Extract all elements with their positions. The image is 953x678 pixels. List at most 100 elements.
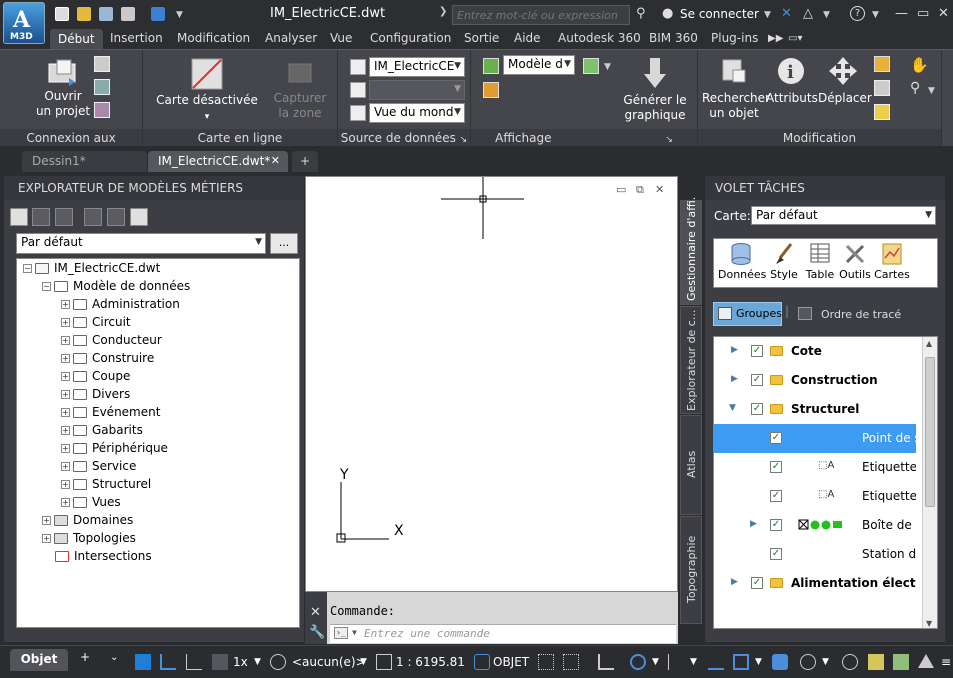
data-button[interactable]: Données [718,242,766,281]
tree-item[interactable]: + Circuit [61,313,131,331]
visibility-checkbox[interactable]: ✓ [770,548,782,560]
tree-item[interactable]: + Conducteur [61,331,162,349]
layer-row[interactable]: ▶ ✓ Alimentation électrique [714,569,916,598]
layout-list-icon[interactable]: ⌄ [110,652,118,663]
grid-icon[interactable] [538,654,554,670]
add-layout-icon[interactable]: + [80,650,90,664]
map-scale[interactable]: 1 : 6195.81 [396,655,465,669]
polar-tracking-icon[interactable] [630,654,646,670]
new-feature-icon[interactable] [874,104,890,120]
browse-button[interactable]: ... [270,233,298,254]
explorer-refresh-icon[interactable] [84,208,102,226]
edit-pencil-icon[interactable] [874,56,890,72]
expand-icon[interactable]: + [61,498,70,507]
expand-icon[interactable]: + [61,354,70,363]
zoom-dropdown-icon[interactable]: ▼ [928,86,935,96]
expand-icon[interactable]: + [61,426,70,435]
view-combo[interactable]: Vue du mond ▼ [369,103,465,123]
a360-icon[interactable]: △ [803,6,813,21]
tab-atlas[interactable]: Atlas [680,415,702,515]
menu-icon[interactable]: ≡ [941,655,951,669]
explorer-filter-icon[interactable] [32,208,50,226]
style-brush-icon[interactable] [483,82,499,98]
layer-scrollbar[interactable]: ▲ ▼ [922,337,937,628]
sign-in-button[interactable]: Se connecter [680,7,759,21]
tree-item[interactable]: + Vues [61,493,121,511]
search-input[interactable] [452,5,630,25]
scale-icon[interactable] [376,654,392,670]
explorer-table-icon[interactable] [107,208,125,226]
tree-data-model[interactable]: − Modèle de données [42,277,190,295]
expand-icon[interactable]: + [61,318,70,327]
tab-debut[interactable]: Début [50,29,103,49]
explorer-edit-icon[interactable] [130,208,148,226]
command-prompt-icon[interactable]: ›_ [334,627,348,639]
tab-autodesk-360[interactable]: Autodesk 360 [558,31,641,45]
expand-icon[interactable]: ▶ [731,345,738,355]
object-tracking-icon[interactable] [708,654,724,670]
delete-icon[interactable] [874,80,890,96]
expand-icon[interactable]: ▶ [731,374,738,384]
tree-intersections[interactable]: Intersections [55,547,152,565]
tree-root[interactable]: − IM_ElectricCE.dwt [23,259,160,277]
theme-icon[interactable] [583,58,599,74]
minimize-icon[interactable]: — [895,6,908,21]
annotation-scale-icon[interactable] [772,654,788,670]
tree-item[interactable]: + Périphérique [61,439,168,457]
expand-icon[interactable]: + [61,444,70,453]
new-tab-button[interactable]: + [292,151,318,172]
open-project-button[interactable]: Ouvrir un projet [30,58,96,119]
sign-in-dropdown-icon[interactable]: ▼ [764,10,771,20]
tree-item[interactable]: + Gabarits [61,421,143,439]
tree-item[interactable]: + Divers [61,385,130,403]
expand-icon[interactable]: + [61,408,70,417]
visibility-checkbox[interactable]: ✓ [770,461,782,473]
tab-configuration[interactable]: Configuration [370,31,451,45]
expand-icon[interactable]: + [61,372,70,381]
collapse-icon[interactable]: − [23,264,32,273]
binoculars-icon[interactable]: ⚲ [636,6,646,21]
quick-access-dropdown-icon[interactable]: ▼ [176,10,183,20]
style-button[interactable]: Style [766,242,802,281]
help-dropdown-icon[interactable]: ▼ [872,10,879,20]
expand-icon[interactable]: + [42,534,51,543]
osnap-icon[interactable] [733,654,749,670]
maps-button[interactable]: Cartes [872,242,912,281]
tree-item[interactable]: + Service [61,457,136,475]
ortho-mode-icon[interactable] [598,654,614,670]
doc-tab-dessin1[interactable]: Dessin1* [22,151,147,172]
collapse-icon[interactable]: ▼ [729,403,736,413]
more-tabs-icon[interactable]: ▶▶ [768,33,783,44]
tab-aide[interactable]: Aide [514,31,541,45]
tools-button[interactable]: Outils [836,242,874,281]
tab-insertion[interactable]: Insertion [110,31,163,45]
tree-item[interactable]: + Evénement [61,403,160,421]
save-icon[interactable] [99,7,113,21]
isodraft-icon[interactable] [668,654,684,670]
help-icon[interactable]: ? [850,6,865,21]
tab-bim-360[interactable]: BIM 360 [649,31,698,45]
expand-icon[interactable]: + [61,336,70,345]
groups-button[interactable]: Groupes [713,302,782,326]
pan-hand-icon[interactable]: ✋ [910,56,929,74]
warning-icon[interactable] [918,654,934,668]
close-icon[interactable]: ✕ [310,605,321,620]
chevron-down-icon[interactable]: ▼ [352,628,357,637]
visibility-checkbox[interactable]: ✓ [770,432,782,444]
tree-domaines[interactable]: + Domaines [42,511,133,529]
close-icon[interactable]: ✕ [938,6,949,21]
hardware-icon[interactable] [868,654,884,670]
expand-icon[interactable]: ▶ [750,519,757,529]
annotation-icon[interactable] [212,654,228,670]
visibility-checkbox[interactable]: ✓ [751,577,763,589]
open-icon[interactable] [77,7,91,21]
draw-order-button[interactable]: Ordre de tracé [821,308,901,321]
chevron-right-icon[interactable]: ❯ [439,6,447,17]
polar-icon[interactable] [186,654,202,670]
wrench-icon[interactable]: 🔧 [309,625,325,640]
coordinates-icon[interactable] [135,654,151,670]
visibility-checkbox[interactable]: ✓ [770,519,782,531]
visibility-checkbox[interactable]: ✓ [751,403,763,415]
disconnect-icon[interactable] [94,56,110,72]
chevron-down-icon[interactable]: ▼ [690,657,697,667]
